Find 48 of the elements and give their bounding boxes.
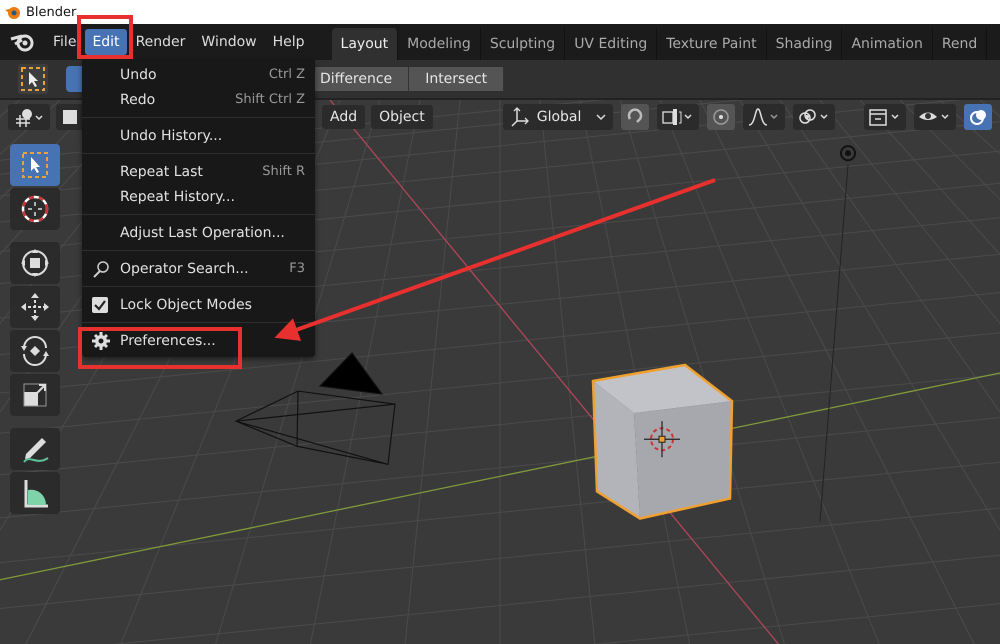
object-types-dropdown[interactable] [864,104,906,130]
tool-button[interactable] [10,428,60,470]
light-icon [840,145,856,162]
select-box-button[interactable] [18,64,48,94]
menu-item[interactable]: File [46,29,84,55]
falloff-dropdown[interactable] [743,104,786,130]
tool-button[interactable] [10,242,60,284]
app-logo-icon [4,4,22,20]
tool-button[interactable] [10,188,60,230]
pivot-dropdown[interactable] [793,104,836,130]
highlight-frame [77,15,133,59]
menu-item[interactable]: Edit [85,29,127,55]
tool-button[interactable] [10,472,60,514]
menu-item[interactable]: Operator Search... F3 [82,256,315,281]
menu-item[interactable]: Undo History... [82,123,315,148]
menu-item[interactable]: Lock Object Modes [82,292,315,317]
target-icon [711,107,732,127]
search-icon [92,260,110,278]
tool-button[interactable] [10,330,60,372]
select-mode-button[interactable] [56,104,84,130]
gear-icon [92,332,110,350]
visibility-dropdown[interactable] [914,104,956,130]
proportional-edit-toggle[interactable] [707,104,736,130]
menu-item[interactable]: Help [266,29,312,55]
window-title: Blender [26,4,76,20]
rotate-icon [18,334,52,368]
overlay-icon [968,107,988,127]
menu-item[interactable]: Preferences... [82,328,315,353]
tool-button[interactable] [10,286,60,328]
header-menu[interactable]: Object [371,105,433,129]
overlay-toggle[interactable] [964,104,992,130]
mode-button[interactable]: Intersect [409,67,504,91]
square-icon [60,107,80,127]
orientation-dropdown[interactable]: Global [502,104,614,130]
blender-logo-icon[interactable] [10,32,36,52]
tool-button[interactable] [10,374,60,416]
axes-icon [508,107,531,127]
snap-toggle[interactable] [621,104,650,130]
gizmo-dropdown[interactable] [8,104,50,130]
menu-item[interactable]: Window [194,29,264,55]
snap-target-dropdown[interactable] [657,104,700,130]
menu-item[interactable]: Adjust Last Operation... [82,220,315,245]
menu-item[interactable]: Repeat Last Shift R [82,159,315,184]
header-menu[interactable]: Add [322,105,366,129]
menu-item[interactable]: Render [128,29,192,55]
caret-icon [595,112,608,122]
menu-item[interactable]: Repeat History... [82,184,315,209]
workspace-tab[interactable]: Layout [332,28,398,60]
